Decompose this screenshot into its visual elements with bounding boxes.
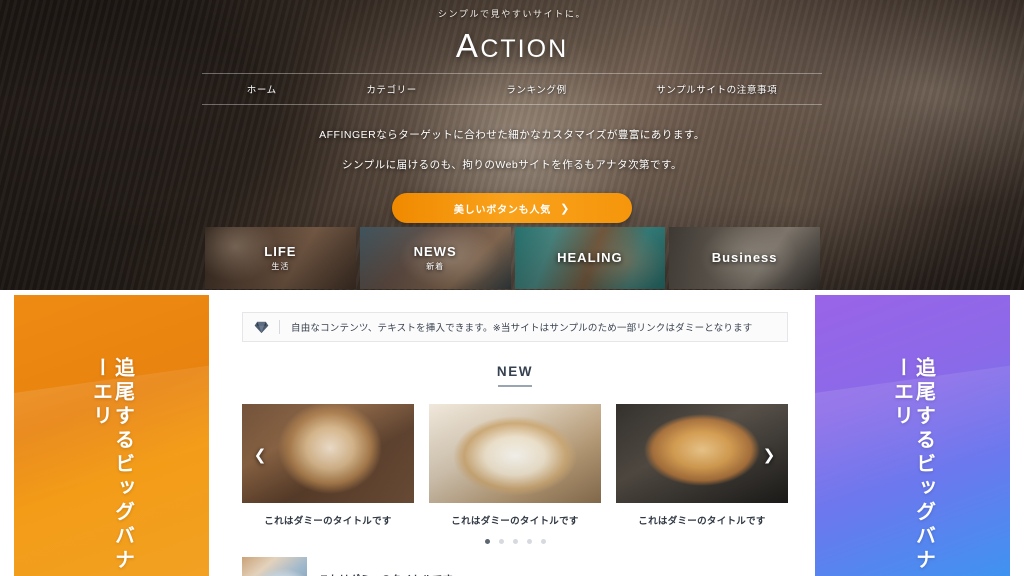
carousel-dot[interactable] [540,539,546,544]
new-posts-carousel: ❮ ❯ これはダミーのタイトルです これはダミーのタイトルです これはダミーのタ… [242,404,788,544]
category-card-label: LIFE [264,244,297,259]
carousel-item-title: これはダミーのタイトルです [264,516,392,527]
carousel-item[interactable]: これはダミーのタイトルです [429,404,601,527]
carousel-item-thumbnail [429,404,601,503]
nav-item-category[interactable]: カテゴリー [366,82,417,96]
nav-item-notice[interactable]: サンプルサイトの注意事項 [656,82,777,96]
gem-icon [254,320,269,335]
right-banner-text: 追尾するビッグバナーエリ [890,357,935,573]
site-tagline: シンプルで見やすいサイトに。 [437,9,587,19]
hero-lead-text: AFFINGERならターゲットに合わせた細かなカスタマイズが豊富にあります。 シ… [319,127,705,187]
hero-cta-label: 美しいボタンも人気 [453,204,552,216]
nav-item-ranking[interactable]: ランキング例 [506,82,566,96]
category-card-sublabel: 新着 [426,262,445,271]
carousel-item-title: これはダミーのタイトルです [451,516,579,527]
carousel-dot[interactable] [498,539,504,544]
category-card-sublabel: 生活 [271,262,290,271]
site-logo[interactable]: ACTION [456,27,568,65]
main-content: 自由なコンテンツ、テキストを挿入できます。※当サイトはサンプルのため一部リンクは… [242,295,788,576]
chevron-right-icon: ❯ [560,202,571,215]
carousel-pagination-dots [242,539,788,544]
site-logo-rest: CTION [480,35,569,63]
hero-lead-line-1: AFFINGERならターゲットに合わせた細かなカスタマイズが豊富にあります。 [319,129,705,141]
carousel-next-arrow[interactable]: ❯ [760,444,778,466]
hero-lead-line-2: シンプルに届けるのも、拘りのWebサイトを作るもアナタ次第です。 [341,159,682,171]
category-card-label: HEALING [557,249,623,265]
page-root: シンプルで見やすいサイトに。 ACTION ホーム カテゴリー ランキング例 サ… [0,0,1024,576]
category-card-healing[interactable]: HEALING [514,227,666,289]
new-section-header: NEW [242,364,788,387]
notice-bar[interactable]: 自由なコンテンツ、テキストを挿入できます。※当サイトはサンプルのため一部リンクは… [242,312,788,342]
category-card-business[interactable]: Business [669,227,820,289]
notice-text: 自由なコンテンツ、テキストを挿入できます。※当サイトはサンプルのため一部リンクは… [291,323,753,334]
site-logo-initial: A [455,27,481,64]
right-sticky-banner[interactable]: 追尾するビッグバナーエリ [815,295,1010,576]
section-title-underline [498,385,532,387]
post-list-item[interactable]: これはダミーのタイトルです [242,557,788,576]
main-navigation: ホーム カテゴリー ランキング例 サンプルサイトの注意事項 [202,73,822,105]
category-card-row: LIFE 生活 NEWS 新着 HEALING Business [205,227,820,289]
hero-section: シンプルで見やすいサイトに。 ACTION ホーム カテゴリー ランキング例 サ… [0,0,1024,290]
hero-cta-button[interactable]: 美しいボタンも人気 ❯ [392,193,632,223]
nav-item-home[interactable]: ホーム [247,82,277,96]
carousel-dot[interactable] [526,539,532,544]
category-card-life[interactable]: LIFE 生活 [205,227,356,289]
category-card-label: Business [711,249,778,265]
carousel-prev-arrow[interactable]: ❮ [251,444,269,466]
carousel-item-title: これはダミーのタイトルです [638,516,766,527]
left-sticky-banner[interactable]: 追尾するビッグバナーエリ [14,295,209,576]
post-title: これはダミーのタイトルです [319,571,453,576]
category-card-news[interactable]: NEWS 新着 [359,227,511,289]
section-title: NEW [496,364,534,379]
carousel-dot[interactable] [512,539,518,544]
carousel-track: これはダミーのタイトルです これはダミーのタイトルです これはダミーのタイトルで… [242,404,788,527]
left-banner-text: 追尾するビッグバナーエリ [89,357,134,573]
post-thumbnail [242,557,307,576]
carousel-dot[interactable] [484,539,490,544]
notice-divider [279,320,280,334]
category-card-label: NEWS [413,244,457,259]
